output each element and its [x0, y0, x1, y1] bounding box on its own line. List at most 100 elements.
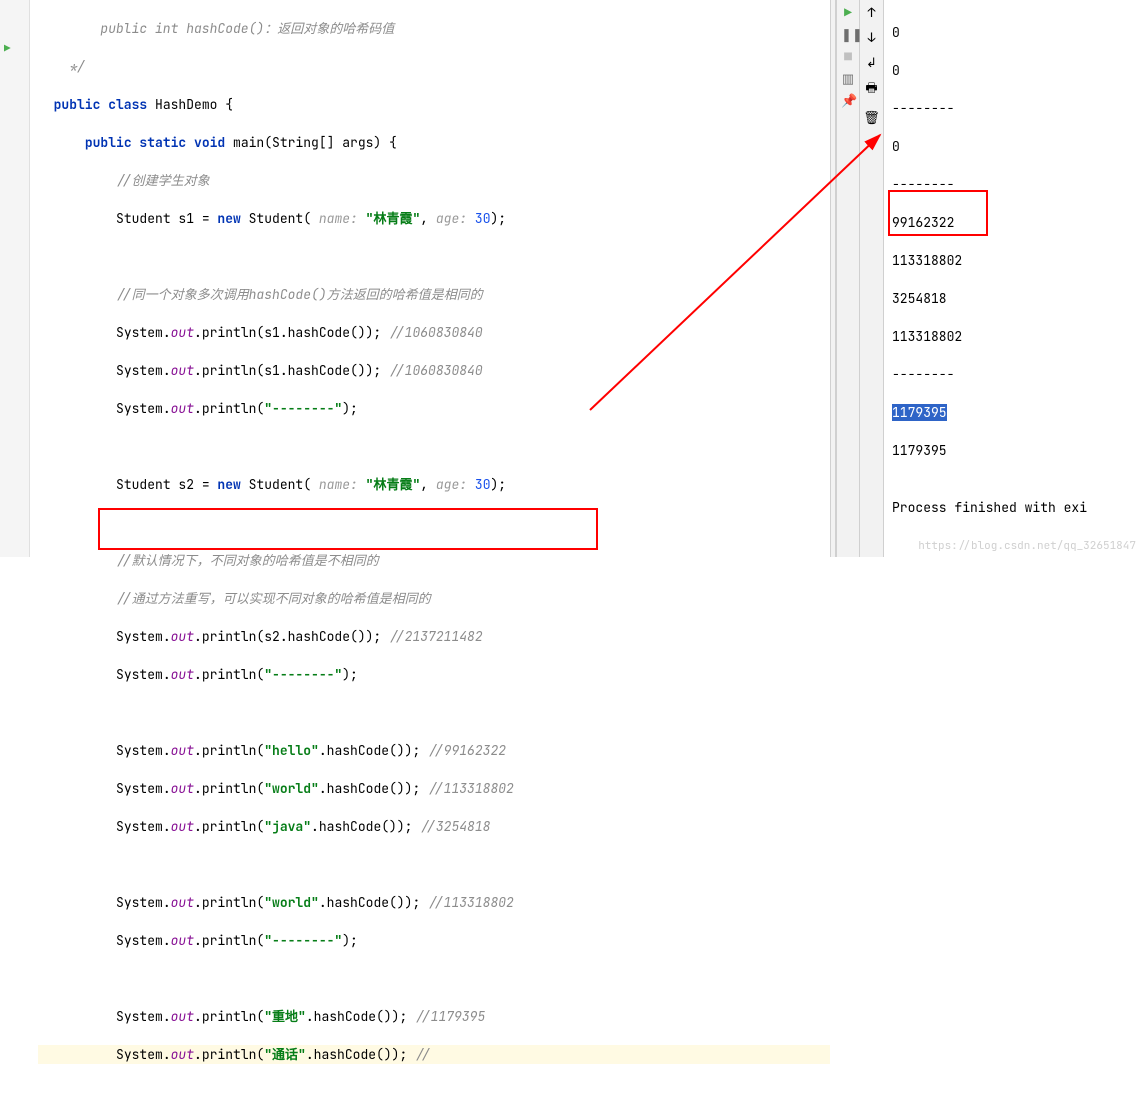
code-text: System. — [116, 932, 171, 949]
console-line: -------- — [892, 99, 1134, 118]
comment: //1179395 — [415, 1008, 485, 1025]
field: out — [171, 362, 194, 379]
code-text: .println(s1.hashCode()); — [194, 324, 389, 341]
run-gutter-icon[interactable]: ▶ — [4, 42, 11, 56]
code-text: System. — [116, 780, 171, 797]
watermark: https://blog.csdn.net/qq_32651847 — [918, 539, 1136, 553]
code-text: System. — [116, 324, 171, 341]
down-icon[interactable]: ↓ — [868, 29, 876, 46]
code-text: .hashCode()); — [319, 780, 428, 797]
field: out — [171, 666, 194, 683]
string: "hello" — [264, 742, 319, 759]
code-text: , — [420, 210, 436, 227]
field: out — [171, 742, 194, 759]
pause-icon[interactable]: ❚❚ — [841, 26, 855, 40]
string: "重地" — [264, 1008, 306, 1025]
class-name: HashDemo { — [155, 96, 233, 113]
code-text: System. — [116, 818, 171, 835]
code-text: System. — [116, 742, 171, 759]
comment: //113318802 — [428, 894, 514, 911]
code-text: , — [420, 476, 436, 493]
code-text: System. — [116, 666, 171, 683]
comment: //创建学生对象 — [116, 172, 210, 189]
code-text: .hashCode()); — [306, 1046, 415, 1063]
code-text: .println( — [194, 666, 264, 683]
code-text: .hashCode()); — [311, 818, 420, 835]
code-text: .println( — [194, 894, 264, 911]
stop-icon[interactable]: ■ — [841, 48, 855, 62]
editor-gutter: ▶ — [0, 0, 30, 557]
comment: public int hashCode()：返回对象的哈希码值 — [100, 20, 394, 37]
comment: //2137211482 — [389, 628, 483, 645]
param-hint: age: — [436, 210, 475, 227]
string: "林青霞" — [366, 210, 421, 227]
comment: // — [415, 1046, 431, 1063]
keyword: public class — [54, 96, 148, 113]
code-text: ); — [342, 400, 358, 417]
console-output[interactable]: 0 0 -------- 0 -------- 99162322 1133188… — [884, 0, 1142, 557]
comment: */ — [69, 58, 85, 75]
string: "--------" — [264, 400, 342, 417]
run-toolbar-right: ↑ ↓ ↲ 🖶 🗑 — [860, 0, 884, 557]
code-text: System. — [116, 400, 171, 417]
code-text: ); — [342, 666, 358, 683]
code-text: Student( — [241, 210, 319, 227]
code-text: .hashCode()); — [319, 894, 428, 911]
layout-icon[interactable]: ▥ — [841, 70, 855, 84]
method-sig: main(String[] args) { — [233, 134, 397, 151]
string: "world" — [264, 894, 319, 911]
code-text: .println(s1.hashCode()); — [194, 362, 389, 379]
string: "--------" — [264, 932, 342, 949]
console-line: 1179395 — [892, 403, 1134, 422]
code-text: System. — [116, 628, 171, 645]
code-text: .println( — [194, 1046, 264, 1063]
code-text: .hashCode()); — [319, 742, 428, 759]
field: out — [171, 1046, 194, 1063]
string: "world" — [264, 780, 319, 797]
string: "林青霞" — [366, 476, 421, 493]
code-text: .hashCode()); — [306, 1008, 415, 1025]
comment: //默认情况下，不同对象的哈希值是不相同的 — [116, 552, 379, 569]
keyword: new — [217, 210, 240, 227]
code-text: .println( — [194, 818, 264, 835]
console-line: 0 — [892, 137, 1134, 156]
print-icon[interactable]: 🖶 — [865, 79, 877, 101]
console-line: 113318802 — [892, 327, 1134, 346]
code-text: ); — [491, 476, 507, 493]
code-text: ); — [342, 932, 358, 949]
code-text: ); — [491, 210, 507, 227]
code-text: .println( — [194, 742, 264, 759]
field: out — [171, 894, 194, 911]
field: out — [171, 1008, 194, 1025]
run-icon[interactable]: ▶ — [841, 4, 855, 18]
up-icon[interactable]: ↑ — [868, 4, 876, 21]
field: out — [171, 628, 194, 645]
keyword: public static void — [85, 134, 225, 151]
field: out — [171, 324, 194, 341]
string: "--------" — [264, 666, 342, 683]
code-text: System. — [116, 894, 171, 911]
code-text: .println(s2.hashCode()); — [194, 628, 389, 645]
param-hint: name: — [319, 476, 366, 493]
number: 30 — [475, 476, 491, 493]
code-area[interactable]: public int hashCode()：返回对象的哈希码值 */ publi… — [30, 0, 830, 1102]
console-line: 3254818 — [892, 289, 1134, 308]
keyword: new — [217, 476, 240, 493]
pin-icon[interactable]: 📌 — [841, 92, 855, 106]
code-text: System. — [116, 1046, 171, 1063]
code-text: .println( — [194, 400, 264, 417]
string: "通话" — [264, 1046, 306, 1063]
trash-icon[interactable]: 🗑 — [863, 109, 880, 126]
field: out — [171, 932, 194, 949]
param-hint: name: — [319, 210, 366, 227]
code-text: Student( — [241, 476, 319, 493]
comment: //同一个对象多次调用hashCode()方法返回的哈希值是相同的 — [116, 286, 483, 303]
console-line: 0 — [892, 61, 1134, 80]
console-line: -------- — [892, 175, 1134, 194]
comment: //1060830840 — [389, 324, 483, 341]
editor-pane: ▶ public int hashCode()：返回对象的哈希码值 */ pub… — [0, 0, 830, 557]
wrap-icon[interactable]: ↲ — [866, 54, 877, 71]
code-text: Student s2 = — [116, 476, 217, 493]
comment: //3254818 — [420, 818, 490, 835]
field: out — [171, 400, 194, 417]
